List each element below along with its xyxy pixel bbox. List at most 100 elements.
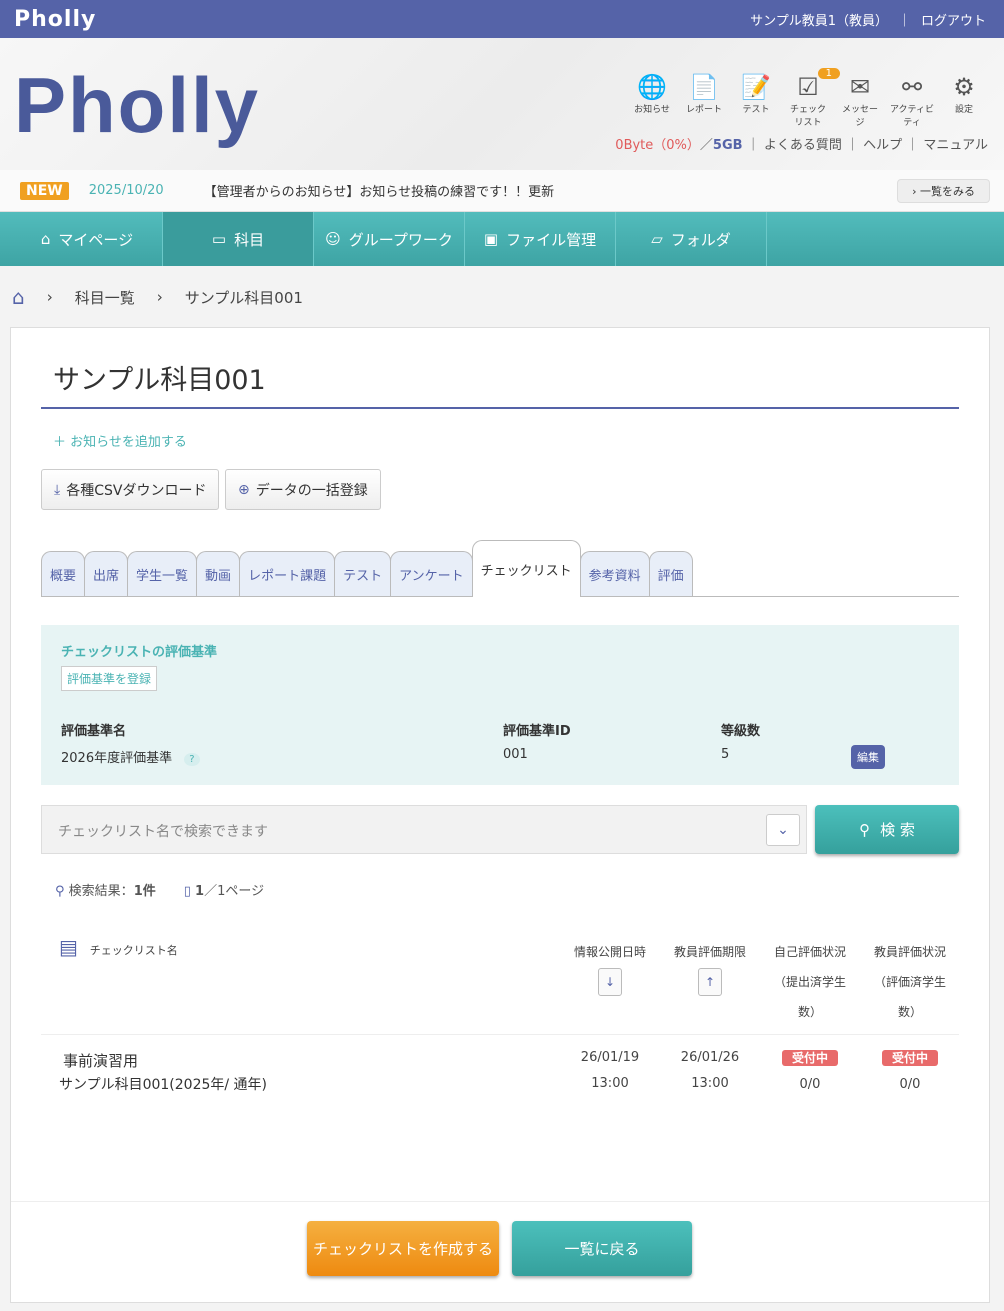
page-total: ／1ページ [204, 884, 265, 899]
chevron-down-icon[interactable]: ⌄ [766, 814, 800, 846]
nav-item[interactable]: ⌂ マイページ [12, 212, 163, 266]
breadcrumb-courses[interactable]: 科目一覧 [75, 287, 135, 308]
search-summary: ⚲ 検索結果：1件 ▯ 1／1ページ [55, 880, 264, 899]
edit-button[interactable]: 編集 [851, 745, 885, 769]
due-time: 13:00 [691, 1076, 729, 1091]
header-self-eval-sub: （提出済学生 [773, 975, 846, 989]
icon-label: チェックリスト [789, 105, 826, 128]
header-self-eval: 自己評価状況 [773, 945, 846, 959]
header-self-eval-sub2: 数） [797, 1005, 822, 1019]
course-name: サンプル科目001(2025年/ 通年) [59, 1077, 268, 1093]
nav-label: マイページ [58, 230, 134, 249]
page-icon: ▯ [183, 884, 191, 899]
breadcrumb-current: サンプル科目001 [184, 288, 303, 307]
due-date: 26/01/26 [680, 1050, 740, 1065]
view-all-button[interactable]: › 一覧をみる [897, 178, 990, 203]
self-count: 0/0 [799, 1077, 821, 1092]
csv-label: 各種CSVダウンロード [66, 482, 207, 499]
table-row[interactable]: 事前演習用 サンプル科目001(2025年/ 通年) 26/01/19 13:00… [41, 1034, 959, 1093]
header-teacher-eval-sub2: 数） [897, 1005, 922, 1019]
tab[interactable]: チェックリスト [471, 540, 581, 597]
header-globe-button[interactable]: 🌐 お知らせ [630, 72, 674, 128]
search-icon: ⚲ [55, 884, 65, 899]
header-message-button[interactable]: ✉ メッセージ [838, 72, 882, 128]
tab[interactable]: 動画 [196, 551, 241, 596]
bulk-register-button[interactable]: ⊕ データの一括登録 [225, 469, 381, 510]
manual-link[interactable]: マニュアル [923, 138, 988, 153]
view-all-label: 一覧をみる [920, 184, 975, 198]
new-badge: NEW [20, 181, 69, 200]
report-icon: 📄 [689, 73, 719, 101]
globe-icon: 🌐 [637, 73, 667, 101]
search-label: 検 索 [880, 821, 915, 839]
tab[interactable]: 評価 [648, 551, 693, 596]
search-input[interactable]: チェックリスト名で検索できます ⌄ [41, 805, 807, 854]
tab[interactable]: アンケート [390, 551, 473, 596]
nav-icon: ⌂ [40, 230, 51, 248]
back-to-list-button[interactable]: 一覧に戻る [512, 1221, 692, 1276]
storage-total: 5GB [712, 138, 743, 153]
publish-time: 13:00 [591, 1076, 629, 1091]
nav-item[interactable]: ☺ グループワーク [314, 212, 465, 266]
create-checklist-button[interactable]: チェックリストを作成する [307, 1221, 499, 1276]
news-date: 2025/10/20 [88, 183, 164, 198]
nav-item[interactable]: ▱ フォルダ [616, 212, 767, 266]
plus-circle-icon: ⊕ [238, 481, 250, 498]
tab[interactable]: テスト [334, 551, 392, 596]
criteria-heading: チェックリストの評価基準 [61, 645, 218, 660]
icon-label: 設定 [954, 105, 973, 115]
logout-link[interactable]: ログアウト [921, 10, 986, 29]
separator: ｜ [897, 13, 911, 29]
sort-down-icon[interactable]: ↓ [598, 968, 622, 996]
help-link[interactable]: ヘルプ [863, 138, 902, 153]
home-icon[interactable]: ⌂ [12, 285, 25, 309]
storage-used: 0Byte（0%） [615, 138, 700, 153]
header-publish-date: 情報公開日時 [573, 945, 646, 959]
add-notice-link[interactable]: ＋ お知らせを追加する [53, 431, 187, 450]
icon-label: メッセージ [841, 105, 878, 128]
grades-count: 5 [721, 747, 730, 762]
header-teacher-eval: 教員評価状況 [873, 945, 946, 959]
top-bar: Pholly サンプル教員1（教員） ｜ ログアウト [0, 0, 1004, 38]
nav-label: フォルダ [670, 230, 731, 249]
header: Pholly 🌐 お知らせ 📄 レポート 📝 テスト ☑ 1 チェックリスト ✉ メッセージ ⚯ アクテ… [0, 38, 1004, 170]
header-test-button[interactable]: 📝 テスト [734, 72, 778, 128]
bulk-label: データの一括登録 [255, 482, 368, 499]
tab[interactable]: 参考資料 [579, 551, 650, 596]
storage-sep: ／ [699, 138, 713, 153]
nav-icon: ☺ [325, 230, 341, 248]
register-criteria-button[interactable]: 評価基準を登録 [61, 666, 158, 691]
download-icon: ⤓ [54, 481, 61, 498]
user-name[interactable]: サンプル教員1（教員） [750, 10, 888, 29]
nav-item[interactable]: ▣ ファイル管理 [465, 212, 616, 266]
faq-link[interactable]: よくある質問 [764, 138, 842, 153]
brand: Pholly [14, 6, 97, 32]
header-report-button[interactable]: 📄 レポート [682, 72, 726, 128]
teacher-count: 0/0 [899, 1077, 921, 1092]
logo[interactable]: Pholly [14, 60, 260, 151]
news-text[interactable]: 【管理者からのお知らせ】お知らせ投稿の練習です！！更新 [204, 181, 554, 200]
tab[interactable]: 学生一覧 [127, 551, 198, 596]
nav-label: 科目 [234, 230, 265, 249]
tab[interactable]: 出席 [84, 551, 129, 596]
grades-header: 等級数 [721, 724, 761, 739]
tab[interactable]: レポート課題 [239, 551, 336, 596]
criteria-name-header: 評価基準名 [61, 724, 127, 739]
header-settings-button[interactable]: ⚙ 設定 [942, 72, 986, 128]
header-activity-button[interactable]: ⚯ アクティビティ [890, 72, 934, 128]
page-title: サンプル科目001 [41, 358, 959, 409]
activity-icon: ⚯ [901, 73, 923, 101]
header-checklist-button[interactable]: ☑ 1 チェックリスト [786, 68, 840, 128]
sort-up-icon[interactable]: ↑ [698, 968, 722, 996]
search-button[interactable]: ⚲ 検 索 [815, 805, 959, 854]
checklist-name[interactable]: 事前演習用 [63, 1050, 138, 1071]
tab-bar: 概要 出席 学生一覧 動画 レポート課題 テスト アンケート チェックリスト 参考資料 評価 [41, 540, 959, 597]
tab[interactable]: 概要 [41, 551, 86, 596]
icon-label: テスト [742, 105, 770, 115]
nav-icon: ▣ [483, 230, 499, 248]
help-icon[interactable]: ? [184, 753, 200, 766]
divider [11, 1201, 989, 1202]
add-notice-label: お知らせを追加する [70, 435, 187, 450]
csv-download-button[interactable]: ⤓ 各種CSVダウンロード [41, 469, 220, 510]
nav-item[interactable]: ▭ 科目 [163, 212, 314, 266]
